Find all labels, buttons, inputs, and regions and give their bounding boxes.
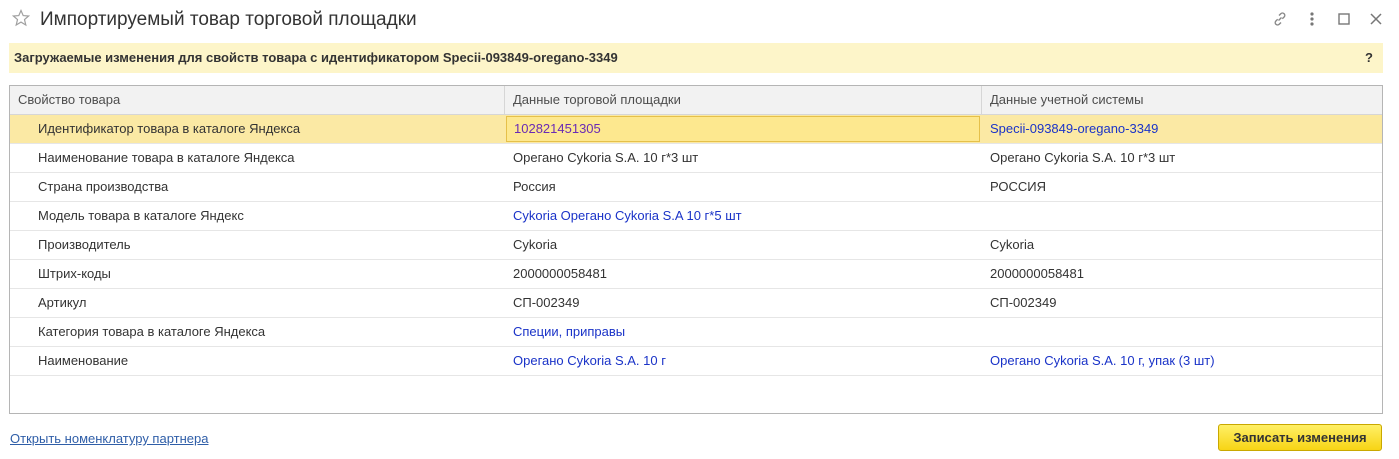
cell-marketplace[interactable]: Cykoria Орегано Cykoria S.A 10 г*5 шт [513, 202, 978, 230]
cell-marketplace[interactable]: 102821451305 [506, 116, 980, 142]
cell-property: Производитель [38, 237, 131, 252]
help-button[interactable]: ? [1365, 50, 1373, 65]
properties-table: Свойство товара Данные торговой площадки… [9, 85, 1383, 414]
save-changes-button[interactable]: Записать изменения [1218, 424, 1382, 451]
column-header-property[interactable]: Свойство товара [10, 86, 505, 114]
close-icon[interactable] [1367, 10, 1385, 28]
cell-accounting [990, 202, 1380, 230]
table-row[interactable]: Наименование Орегано Cykoria S.A. 10 г О… [10, 347, 1382, 376]
cell-property: Штрих-коды [38, 266, 111, 281]
window-title: Импортируемый товар торговой площадки [40, 9, 417, 30]
cell-accounting: 2000000058481 [990, 266, 1084, 281]
cell-property: Наименование товара в каталоге Яндекса [38, 150, 295, 165]
table-row[interactable]: Модель товара в каталоге Яндекс Cykoria … [10, 202, 1382, 231]
cell-accounting [990, 318, 1380, 346]
cell-accounting: СП-002349 [990, 295, 1057, 310]
maximize-icon[interactable] [1335, 10, 1353, 28]
favorite-star-icon[interactable] [11, 8, 31, 27]
table-row[interactable]: Идентификатор товара в каталоге Яндекса … [10, 115, 1382, 144]
info-banner: Загружаемые изменения для свойств товара… [9, 43, 1383, 73]
cell-marketplace: Cykoria [513, 237, 558, 252]
title-bar: Импортируемый товар торговой площадки [0, 0, 1399, 42]
cell-accounting: Орегано Cykoria S.A. 10 г*3 шт [990, 150, 1176, 165]
table-header: Свойство товара Данные торговой площадки… [10, 86, 1382, 115]
link-icon[interactable] [1271, 10, 1289, 28]
cell-marketplace: Россия [513, 179, 556, 194]
cell-property: Категория товара в каталоге Яндекса [38, 324, 266, 339]
cell-accounting: Cykoria [990, 237, 1035, 252]
open-partner-nomenclature-link[interactable]: Открыть номенклатуру партнера [10, 431, 208, 446]
column-header-marketplace[interactable]: Данные торговой площадки [505, 86, 982, 114]
cell-marketplace: 2000000058481 [513, 266, 607, 281]
column-header-accounting[interactable]: Данные учетной системы [982, 86, 1382, 114]
table-row[interactable]: Производитель Cykoria Cykoria [10, 231, 1382, 260]
table-row[interactable]: Артикул СП-002349 СП-002349 [10, 289, 1382, 318]
cell-property: Артикул [38, 295, 87, 310]
cell-property: Модель товара в каталоге Яндекс [38, 208, 244, 223]
cell-property: Страна производства [38, 179, 169, 194]
cell-marketplace[interactable]: Орегано Cykoria S.A. 10 г [513, 347, 978, 375]
table-row[interactable]: Страна производства Россия РОССИЯ [10, 173, 1382, 202]
cell-marketplace: Орегано Cykoria S.A. 10 г*3 шт [513, 150, 699, 165]
window-controls [1271, 10, 1385, 28]
cell-marketplace[interactable]: Специи, приправы [513, 318, 978, 346]
cell-property: Наименование [38, 353, 129, 368]
cell-accounting[interactable]: Specii-093849-oregano-3349 [990, 115, 1380, 143]
table-row[interactable]: Штрих-коды 2000000058481 2000000058481 [10, 260, 1382, 289]
more-menu-icon[interactable] [1303, 10, 1321, 28]
banner-text: Загружаемые изменения для свойств товара… [14, 50, 618, 65]
cell-marketplace: СП-002349 [513, 295, 580, 310]
cell-property: Идентификатор товара в каталоге Яндекса [38, 121, 301, 136]
table-row[interactable]: Категория товара в каталоге Яндекса Спец… [10, 318, 1382, 347]
cell-accounting[interactable]: Орегано Cykoria S.A. 10 г, упак (3 шт) [990, 347, 1380, 375]
cell-accounting: РОССИЯ [990, 179, 1047, 194]
table-row[interactable]: Наименование товара в каталоге Яндекса О… [10, 144, 1382, 173]
